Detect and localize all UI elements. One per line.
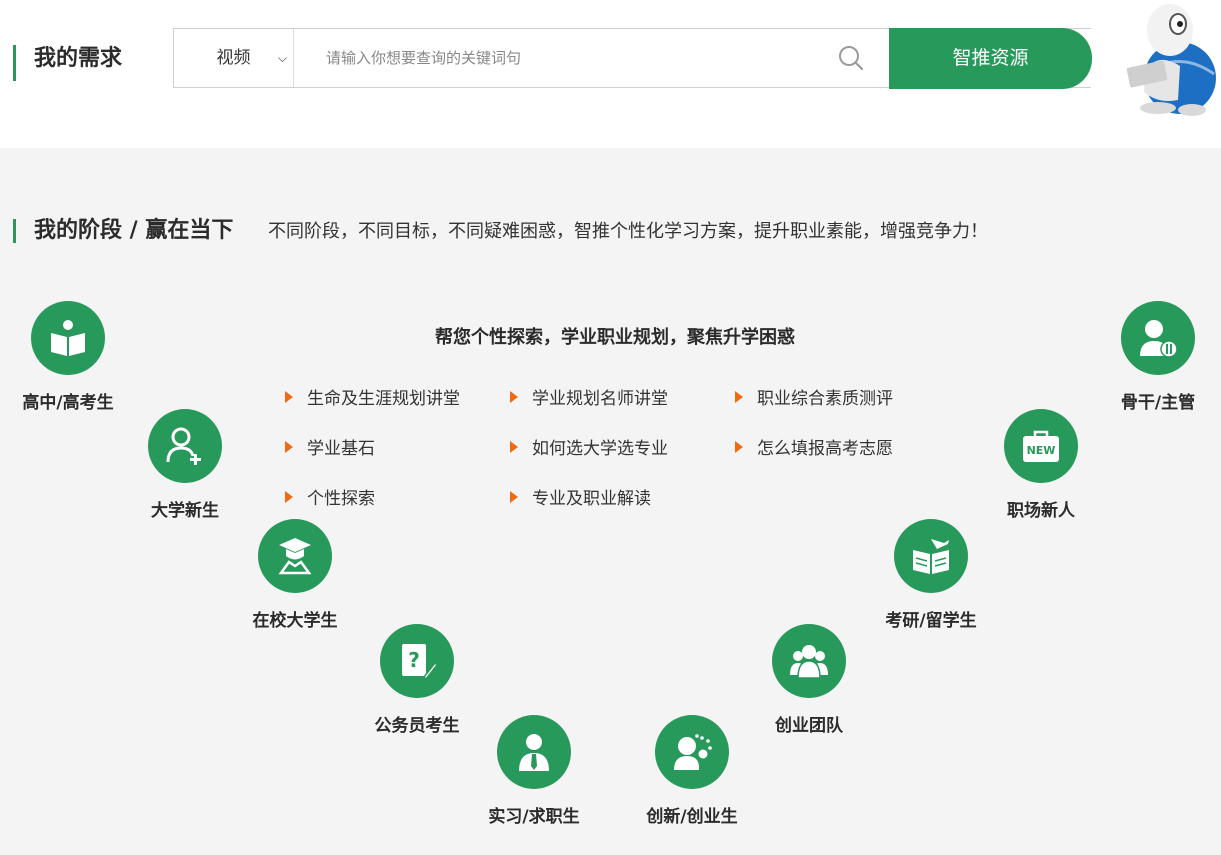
stage-manager-button[interactable] (1121, 301, 1195, 375)
search-input[interactable] (294, 29, 884, 87)
stage-startup-team-label[interactable]: 创业团队 (729, 715, 889, 737)
stage-new-employee-label[interactable]: 职场新人 (961, 500, 1121, 522)
person-tie-icon (519, 734, 549, 771)
svg-text:NEW: NEW (1027, 444, 1056, 457)
arrow-icon (510, 491, 518, 503)
link-academic-foundation[interactable]: 学业基石 (285, 437, 375, 461)
section-subtitle: 不同阶段，不同目标，不同疑难困惑，智推个性化学习方案，提升职业素能，增强竞争力！ (268, 221, 988, 242)
search-button[interactable]: 智推资源 (889, 28, 1092, 89)
stage-high-school-button[interactable] (31, 301, 105, 375)
open-book-icon (51, 320, 85, 356)
arrow-icon (510, 391, 518, 403)
stage-innovator-label[interactable]: 创新/创业生 (612, 806, 772, 828)
stage-freshman-button[interactable] (148, 409, 222, 483)
stage-job-seeker-label[interactable]: 实习/求职生 (454, 806, 614, 828)
chevron-down-icon: ⌵ (277, 51, 287, 65)
mascot-image (1126, 4, 1216, 116)
stage-innovator-button[interactable] (655, 715, 729, 789)
idea-person-icon (674, 734, 712, 770)
book-plane-icon (913, 539, 949, 574)
stage-startup-team-button[interactable] (772, 624, 846, 698)
section-accent-bar (13, 219, 16, 243)
search-icon[interactable] (838, 45, 864, 71)
link-personality-explore[interactable]: 个性探索 (285, 487, 375, 511)
team-icon (790, 645, 828, 679)
new-briefcase-icon: NEW (1023, 430, 1059, 462)
arrow-icon (735, 441, 743, 453)
stage-undergraduate-button[interactable] (258, 519, 332, 593)
stage-manager-label[interactable]: 骨干/主管 (1078, 392, 1221, 414)
student-cap-icon (278, 538, 312, 575)
user-add-icon (166, 427, 201, 465)
link-fill-application[interactable]: 怎么填报高考志愿 (735, 437, 893, 461)
center-heading: 帮您个性探索，学业职业规划，聚焦升学困惑 (435, 327, 795, 348)
header-accent-bar (13, 45, 16, 81)
arrow-icon (735, 391, 743, 403)
stage-civil-servant-button[interactable]: ? (380, 624, 454, 698)
stage-civil-servant-label[interactable]: 公务员考生 (337, 715, 497, 737)
stage-postgraduate-button[interactable] (894, 519, 968, 593)
arrow-icon (285, 391, 293, 403)
svg-text:?: ? (408, 648, 420, 672)
arrow-icon (510, 441, 518, 453)
stage-freshman-label[interactable]: 大学新生 (105, 500, 265, 522)
stage-undergraduate-label[interactable]: 在校大学生 (215, 610, 375, 632)
link-career-quality-test[interactable]: 职业综合素质测评 (735, 387, 893, 411)
link-life-career-lecture[interactable]: 生命及生涯规划讲堂 (285, 387, 460, 411)
stage-job-seeker-button[interactable] (497, 715, 571, 789)
link-choose-university-major[interactable]: 如何选大学选专业 (510, 437, 668, 461)
top-bar: 我的需求 视频 ⌵ 智推资源 (0, 0, 1221, 148)
page-title: 我的需求 (34, 46, 123, 71)
manager-icon (1140, 320, 1178, 358)
resource-type-select[interactable]: 视频 ⌵ (174, 29, 294, 87)
arrow-icon (285, 491, 293, 503)
question-edit-icon: ? (402, 644, 437, 681)
link-academic-master-lecture[interactable]: 学业规划名师讲堂 (510, 387, 668, 411)
arrow-icon (285, 441, 293, 453)
stage-new-employee-button[interactable]: NEW (1004, 409, 1078, 483)
section-title: 我的阶段 / 赢在当下 (34, 218, 234, 243)
select-value: 视频 (216, 48, 251, 68)
stage-postgraduate-label[interactable]: 考研/留学生 (851, 610, 1011, 632)
link-major-career-interpret[interactable]: 专业及职业解读 (510, 487, 651, 511)
stage-high-school-label[interactable]: 高中/高考生 (0, 392, 148, 414)
